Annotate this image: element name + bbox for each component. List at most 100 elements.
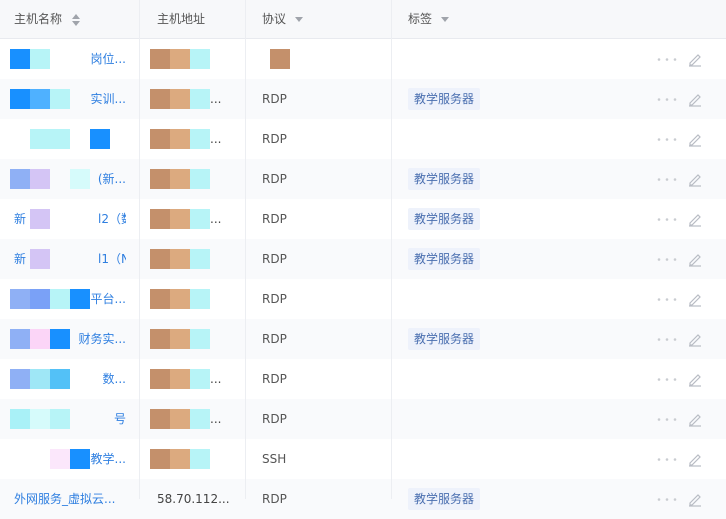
column-divider xyxy=(245,0,246,499)
edit-icon[interactable] xyxy=(687,371,703,387)
redaction-mask xyxy=(10,289,30,309)
redaction-mask xyxy=(190,409,210,429)
protocol: SSH xyxy=(262,452,287,466)
edit-icon[interactable] xyxy=(687,211,703,227)
redaction-mask xyxy=(70,449,90,469)
edit-icon[interactable] xyxy=(687,171,703,187)
redaction-mask xyxy=(10,329,30,349)
row-actions xyxy=(657,479,707,519)
tag-badge: 教学服务器 xyxy=(408,208,481,230)
protocol: RDP xyxy=(262,372,287,386)
protocol: RDP xyxy=(262,172,287,186)
col-host-addr[interactable]: 主机地址 xyxy=(157,0,205,38)
redaction-mask xyxy=(50,369,70,389)
edit-icon[interactable] xyxy=(687,91,703,107)
redaction-mask xyxy=(190,329,210,349)
redaction-mask xyxy=(150,49,170,69)
more-icon[interactable] xyxy=(657,138,677,141)
col-tags[interactable]: 标签 xyxy=(408,0,449,38)
redaction-mask xyxy=(270,49,290,69)
more-icon[interactable] xyxy=(657,98,677,101)
protocol: RDP xyxy=(262,492,287,506)
edit-icon[interactable] xyxy=(687,331,703,347)
tag-badge: 教学服务器 xyxy=(408,328,481,350)
edit-icon[interactable] xyxy=(687,251,703,267)
redaction-mask xyxy=(30,289,50,309)
more-icon[interactable] xyxy=(657,378,677,381)
redaction-mask xyxy=(190,209,210,229)
col-host-name[interactable]: 主机名称 xyxy=(14,0,80,38)
table-row: 新 l1（NC...RDP教学服务器 xyxy=(0,239,726,279)
redaction-mask xyxy=(90,129,110,149)
more-icon[interactable] xyxy=(657,218,677,221)
sort-icon[interactable] xyxy=(71,13,80,26)
host-name-link[interactable]: 外网服务_虚拟云... xyxy=(14,479,126,519)
redaction-mask xyxy=(190,249,210,269)
protocol: RDP xyxy=(262,252,287,266)
table-row: 教学... SSH xyxy=(0,439,726,479)
filter-arrow-icon[interactable] xyxy=(440,17,449,22)
more-icon[interactable] xyxy=(657,458,677,461)
redaction-mask xyxy=(150,209,170,229)
edit-icon[interactable] xyxy=(687,291,703,307)
redaction-mask xyxy=(150,89,170,109)
edit-icon[interactable] xyxy=(687,51,703,67)
redaction-mask xyxy=(50,329,70,349)
redaction-mask xyxy=(10,169,30,189)
redaction-mask xyxy=(170,449,190,469)
redaction-mask xyxy=(190,49,210,69)
tag-badge: 教学服务器 xyxy=(408,88,481,110)
edit-icon[interactable] xyxy=(687,491,703,507)
col-protocol-label: 协议 xyxy=(262,12,287,26)
protocol: RDP xyxy=(262,292,287,306)
protocol: RDP xyxy=(262,92,287,106)
redaction-mask xyxy=(170,329,190,349)
more-icon[interactable] xyxy=(657,298,677,301)
row-actions xyxy=(657,279,707,319)
table-row: ... RDP xyxy=(0,119,726,159)
redaction-mask xyxy=(30,369,50,389)
protocol: RDP xyxy=(262,332,287,346)
col-protocol[interactable]: 协议 xyxy=(262,0,303,38)
edit-icon[interactable] xyxy=(687,131,703,147)
tag-badge: 教学服务器 xyxy=(408,488,481,510)
edit-icon[interactable] xyxy=(687,451,703,467)
more-icon[interactable] xyxy=(657,338,677,341)
row-actions xyxy=(657,39,707,79)
table-row: 岗位... xyxy=(0,39,726,79)
redaction-mask xyxy=(10,369,30,389)
table-row: 新 l2（数......RDP教学服务器 xyxy=(0,199,726,239)
redaction-mask xyxy=(170,369,190,389)
more-icon[interactable] xyxy=(657,58,677,61)
table-row: 财务实... RDP 教学服务器 xyxy=(0,319,726,359)
more-icon[interactable] xyxy=(657,178,677,181)
table-row: 外网服务_虚拟云... 58.70.112... RDP 教学服务器 xyxy=(0,479,726,519)
more-icon[interactable] xyxy=(657,258,677,261)
redaction-mask xyxy=(190,89,210,109)
tag-badge: 教学服务器 xyxy=(408,248,481,270)
row-actions xyxy=(657,439,707,479)
redaction-mask xyxy=(30,169,50,189)
column-divider xyxy=(139,0,140,499)
redaction-mask xyxy=(170,89,190,109)
redaction-mask xyxy=(50,409,70,429)
column-divider xyxy=(391,0,392,499)
protocol: RDP xyxy=(262,412,287,426)
redaction-mask xyxy=(30,129,70,149)
table-row: 数...... RDP xyxy=(0,359,726,399)
redaction-mask xyxy=(30,89,50,109)
col-host-name-label: 主机名称 xyxy=(14,12,63,26)
edit-icon[interactable] xyxy=(687,411,703,427)
more-icon[interactable] xyxy=(657,498,677,501)
redaction-mask xyxy=(150,449,170,469)
redaction-mask xyxy=(170,209,190,229)
row-actions xyxy=(657,79,707,119)
more-icon[interactable] xyxy=(657,418,677,421)
col-tags-label: 标签 xyxy=(408,12,433,26)
redaction-mask xyxy=(10,409,30,429)
redaction-mask xyxy=(150,129,170,149)
redaction-mask xyxy=(70,169,90,189)
redaction-mask xyxy=(150,329,170,349)
row-actions xyxy=(657,399,707,439)
filter-arrow-icon[interactable] xyxy=(294,17,303,22)
